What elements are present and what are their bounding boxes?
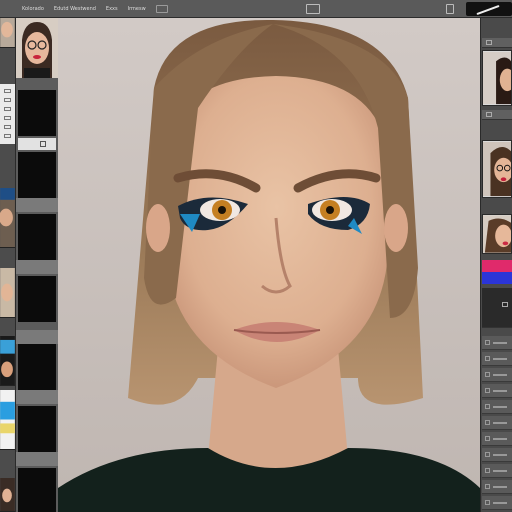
visibility-icon[interactable] (485, 452, 490, 457)
layer-row[interactable] (482, 384, 512, 398)
brush-preset-icon[interactable] (466, 2, 512, 16)
color-swatch-magenta[interactable] (482, 260, 512, 272)
brush-tool-icon[interactable] (4, 125, 11, 129)
visibility-icon[interactable] (485, 372, 490, 377)
filmstrip-frame[interactable] (18, 214, 56, 260)
layer-name-placeholder (493, 390, 507, 392)
filmstrip-separator (16, 260, 58, 274)
tool-strip (0, 84, 15, 144)
filmstrip-frame[interactable] (18, 276, 56, 322)
right-thumbnail[interactable] (482, 50, 512, 106)
panel-header (482, 110, 512, 120)
filmstrip-separator (16, 198, 58, 212)
filmstrip-separator (16, 330, 58, 344)
layer-name-placeholder (493, 374, 507, 376)
right-thumbnail[interactable] (482, 214, 512, 254)
filmstrip-thumbnail-active[interactable] (16, 18, 58, 78)
menu-item[interactable]: Kolorado (22, 6, 44, 12)
visibility-icon[interactable] (485, 420, 490, 425)
filmstrip-frame[interactable] (18, 344, 56, 390)
visibility-icon[interactable] (485, 388, 490, 393)
marquee-tool-icon[interactable] (4, 89, 11, 93)
left-thumbnail[interactable] (0, 188, 15, 248)
layer-name-placeholder (493, 470, 507, 472)
panel-icon[interactable] (486, 40, 492, 45)
layer-name-placeholder (493, 454, 507, 456)
layer-row[interactable] (482, 448, 512, 462)
menu-item[interactable]: Exxs (106, 6, 118, 12)
left-thumbnail[interactable] (0, 390, 15, 450)
visibility-icon[interactable] (485, 340, 490, 345)
left-thumbnail[interactable] (0, 18, 15, 48)
layer-name-placeholder (493, 358, 507, 360)
layer-name-placeholder (493, 486, 507, 488)
lasso-tool-icon[interactable] (4, 98, 11, 102)
filmstrip-separator (16, 390, 58, 404)
visibility-icon[interactable] (485, 356, 490, 361)
crop-tool-icon[interactable] (4, 107, 11, 111)
layer-name-placeholder (493, 438, 507, 440)
layer-row[interactable] (482, 464, 512, 478)
layers-icon[interactable] (446, 4, 454, 14)
filmstrip-frame[interactable] (18, 468, 56, 512)
visibility-icon[interactable] (485, 436, 490, 441)
layer-name-placeholder (493, 422, 507, 424)
panel-icon[interactable] (486, 112, 492, 117)
visibility-icon[interactable] (485, 404, 490, 409)
filmstrip-frame[interactable] (18, 90, 56, 136)
panel-header (482, 38, 512, 48)
panel-icon[interactable] (502, 302, 508, 307)
left-thumbnail[interactable] (0, 268, 15, 318)
layer-name-placeholder (493, 406, 507, 408)
filmstrip-separator (16, 452, 58, 466)
visibility-icon[interactable] (485, 500, 490, 505)
layer-name-placeholder (493, 342, 507, 344)
layer-row[interactable] (482, 480, 512, 494)
layer-row[interactable] (482, 368, 512, 382)
layer-row[interactable] (482, 496, 512, 510)
panel-header (482, 288, 512, 328)
filmstrip-frame[interactable] (18, 152, 56, 198)
menu-item[interactable]: Edutd Westwend (54, 6, 96, 12)
filmstrip-frame[interactable] (18, 406, 56, 452)
layer-row[interactable] (482, 352, 512, 366)
right-thumbnail[interactable] (482, 140, 512, 198)
right-panel (480, 18, 512, 512)
checkbox-icon[interactable] (40, 141, 46, 147)
left-thumbnail[interactable] (0, 478, 15, 512)
eyedropper-tool-icon[interactable] (4, 116, 11, 120)
filmstrip-header (18, 138, 56, 150)
menu-item[interactable]: Irmesw (128, 6, 146, 12)
filmstrip-panel (16, 18, 58, 512)
color-swatch-blue[interactable] (482, 272, 512, 284)
text-tool-icon[interactable] (4, 134, 11, 138)
photo-editor-window: Kolorado Edutd Westwend Exxs Irmesw (0, 0, 512, 512)
left-thumbnail[interactable] (0, 336, 15, 386)
menu-bar: Kolorado Edutd Westwend Exxs Irmesw (0, 0, 512, 18)
menu-toggle-button[interactable] (155, 4, 168, 13)
frame-icon[interactable] (306, 4, 320, 14)
layer-row[interactable] (482, 432, 512, 446)
canvas-portrait-image[interactable] (58, 18, 480, 512)
layer-row[interactable] (482, 400, 512, 414)
layer-row[interactable] (482, 416, 512, 430)
layer-name-placeholder (493, 502, 507, 504)
left-panel (0, 18, 16, 512)
visibility-icon[interactable] (485, 484, 490, 489)
layer-row[interactable] (482, 336, 512, 350)
visibility-icon[interactable] (485, 468, 490, 473)
